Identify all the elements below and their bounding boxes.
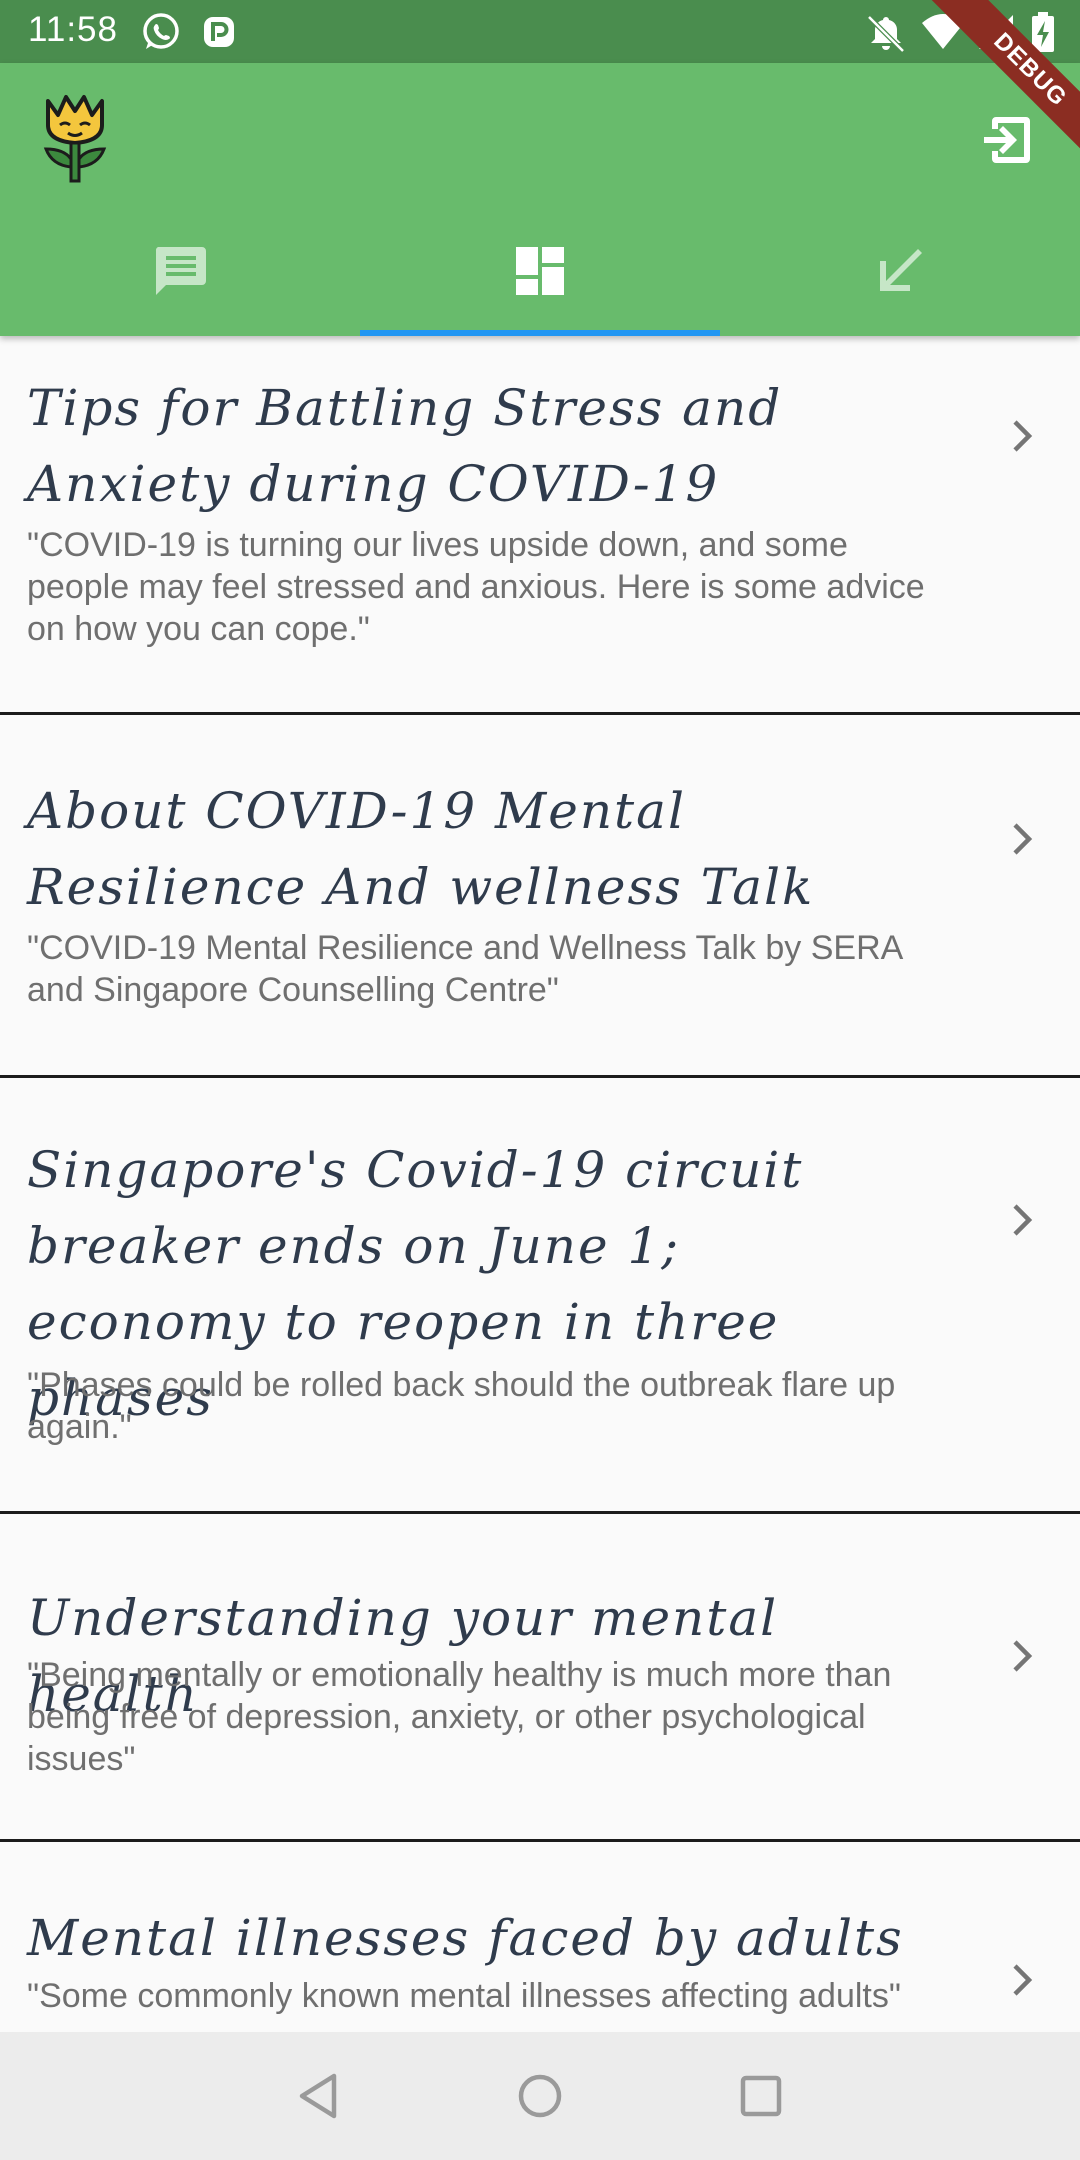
article-subtitle: "Phases could be rolled back should the … (27, 1366, 896, 1446)
article-subtitle: "COVID-19 Mental Resilience and Wellness… (27, 929, 902, 1009)
article-list: Tips for Battling Stress and Anxiety dur… (0, 336, 1080, 2032)
article-title: About COVID-19 Mental Resilience And wel… (27, 782, 815, 916)
dashboard-icon (516, 247, 564, 295)
back-icon[interactable] (290, 2066, 350, 2126)
recents-icon[interactable] (731, 2066, 791, 2126)
article-subtitle: "Being mentally or emotionally healthy i… (27, 1656, 892, 1778)
article-subtitle: "Some commonly known mental illnesses af… (27, 1977, 901, 2015)
bell-off-icon (865, 11, 907, 53)
home-icon[interactable] (510, 2066, 570, 2126)
whatsapp-icon (140, 11, 182, 53)
chevron-right-icon (1013, 823, 1033, 855)
tab-chat[interactable] (0, 233, 360, 336)
p-notification-icon (200, 11, 242, 53)
article-card[interactable]: Understanding your mental health "Being … (0, 1514, 1080, 1842)
article-title: Tips for Battling Stress and Anxiety dur… (27, 379, 783, 513)
article-card[interactable]: Singapore's Covid-19 circuit breaker end… (0, 1078, 1080, 1514)
status-bar: 11:58 (0, 0, 1080, 63)
chevron-right-icon (1013, 1964, 1033, 1996)
exit-icon[interactable] (978, 111, 1036, 169)
arrow-down-left-icon (880, 249, 922, 291)
article-title: Mental illnesses faced by adults (27, 1909, 904, 1967)
status-time: 11:58 (28, 10, 118, 49)
app-bar (0, 63, 1080, 336)
tab-arrow[interactable] (720, 233, 1080, 336)
chevron-right-icon (1013, 1204, 1033, 1236)
tulip-logo-icon (38, 93, 112, 185)
tab-dashboard[interactable] (360, 233, 720, 336)
chat-icon (155, 247, 206, 295)
article-card[interactable]: Mental illnesses faced by adults "Some c… (0, 1842, 1080, 2032)
system-nav-bar (0, 2032, 1080, 2160)
tab-indicator (360, 330, 720, 336)
chevron-right-icon (1013, 1640, 1033, 1672)
article-card[interactable]: Tips for Battling Stress and Anxiety dur… (0, 336, 1080, 715)
article-subtitle: "COVID-19 is turning our lives upside do… (27, 526, 925, 648)
chevron-right-icon (1013, 420, 1033, 452)
article-card[interactable]: About COVID-19 Mental Resilience And wel… (0, 715, 1080, 1078)
